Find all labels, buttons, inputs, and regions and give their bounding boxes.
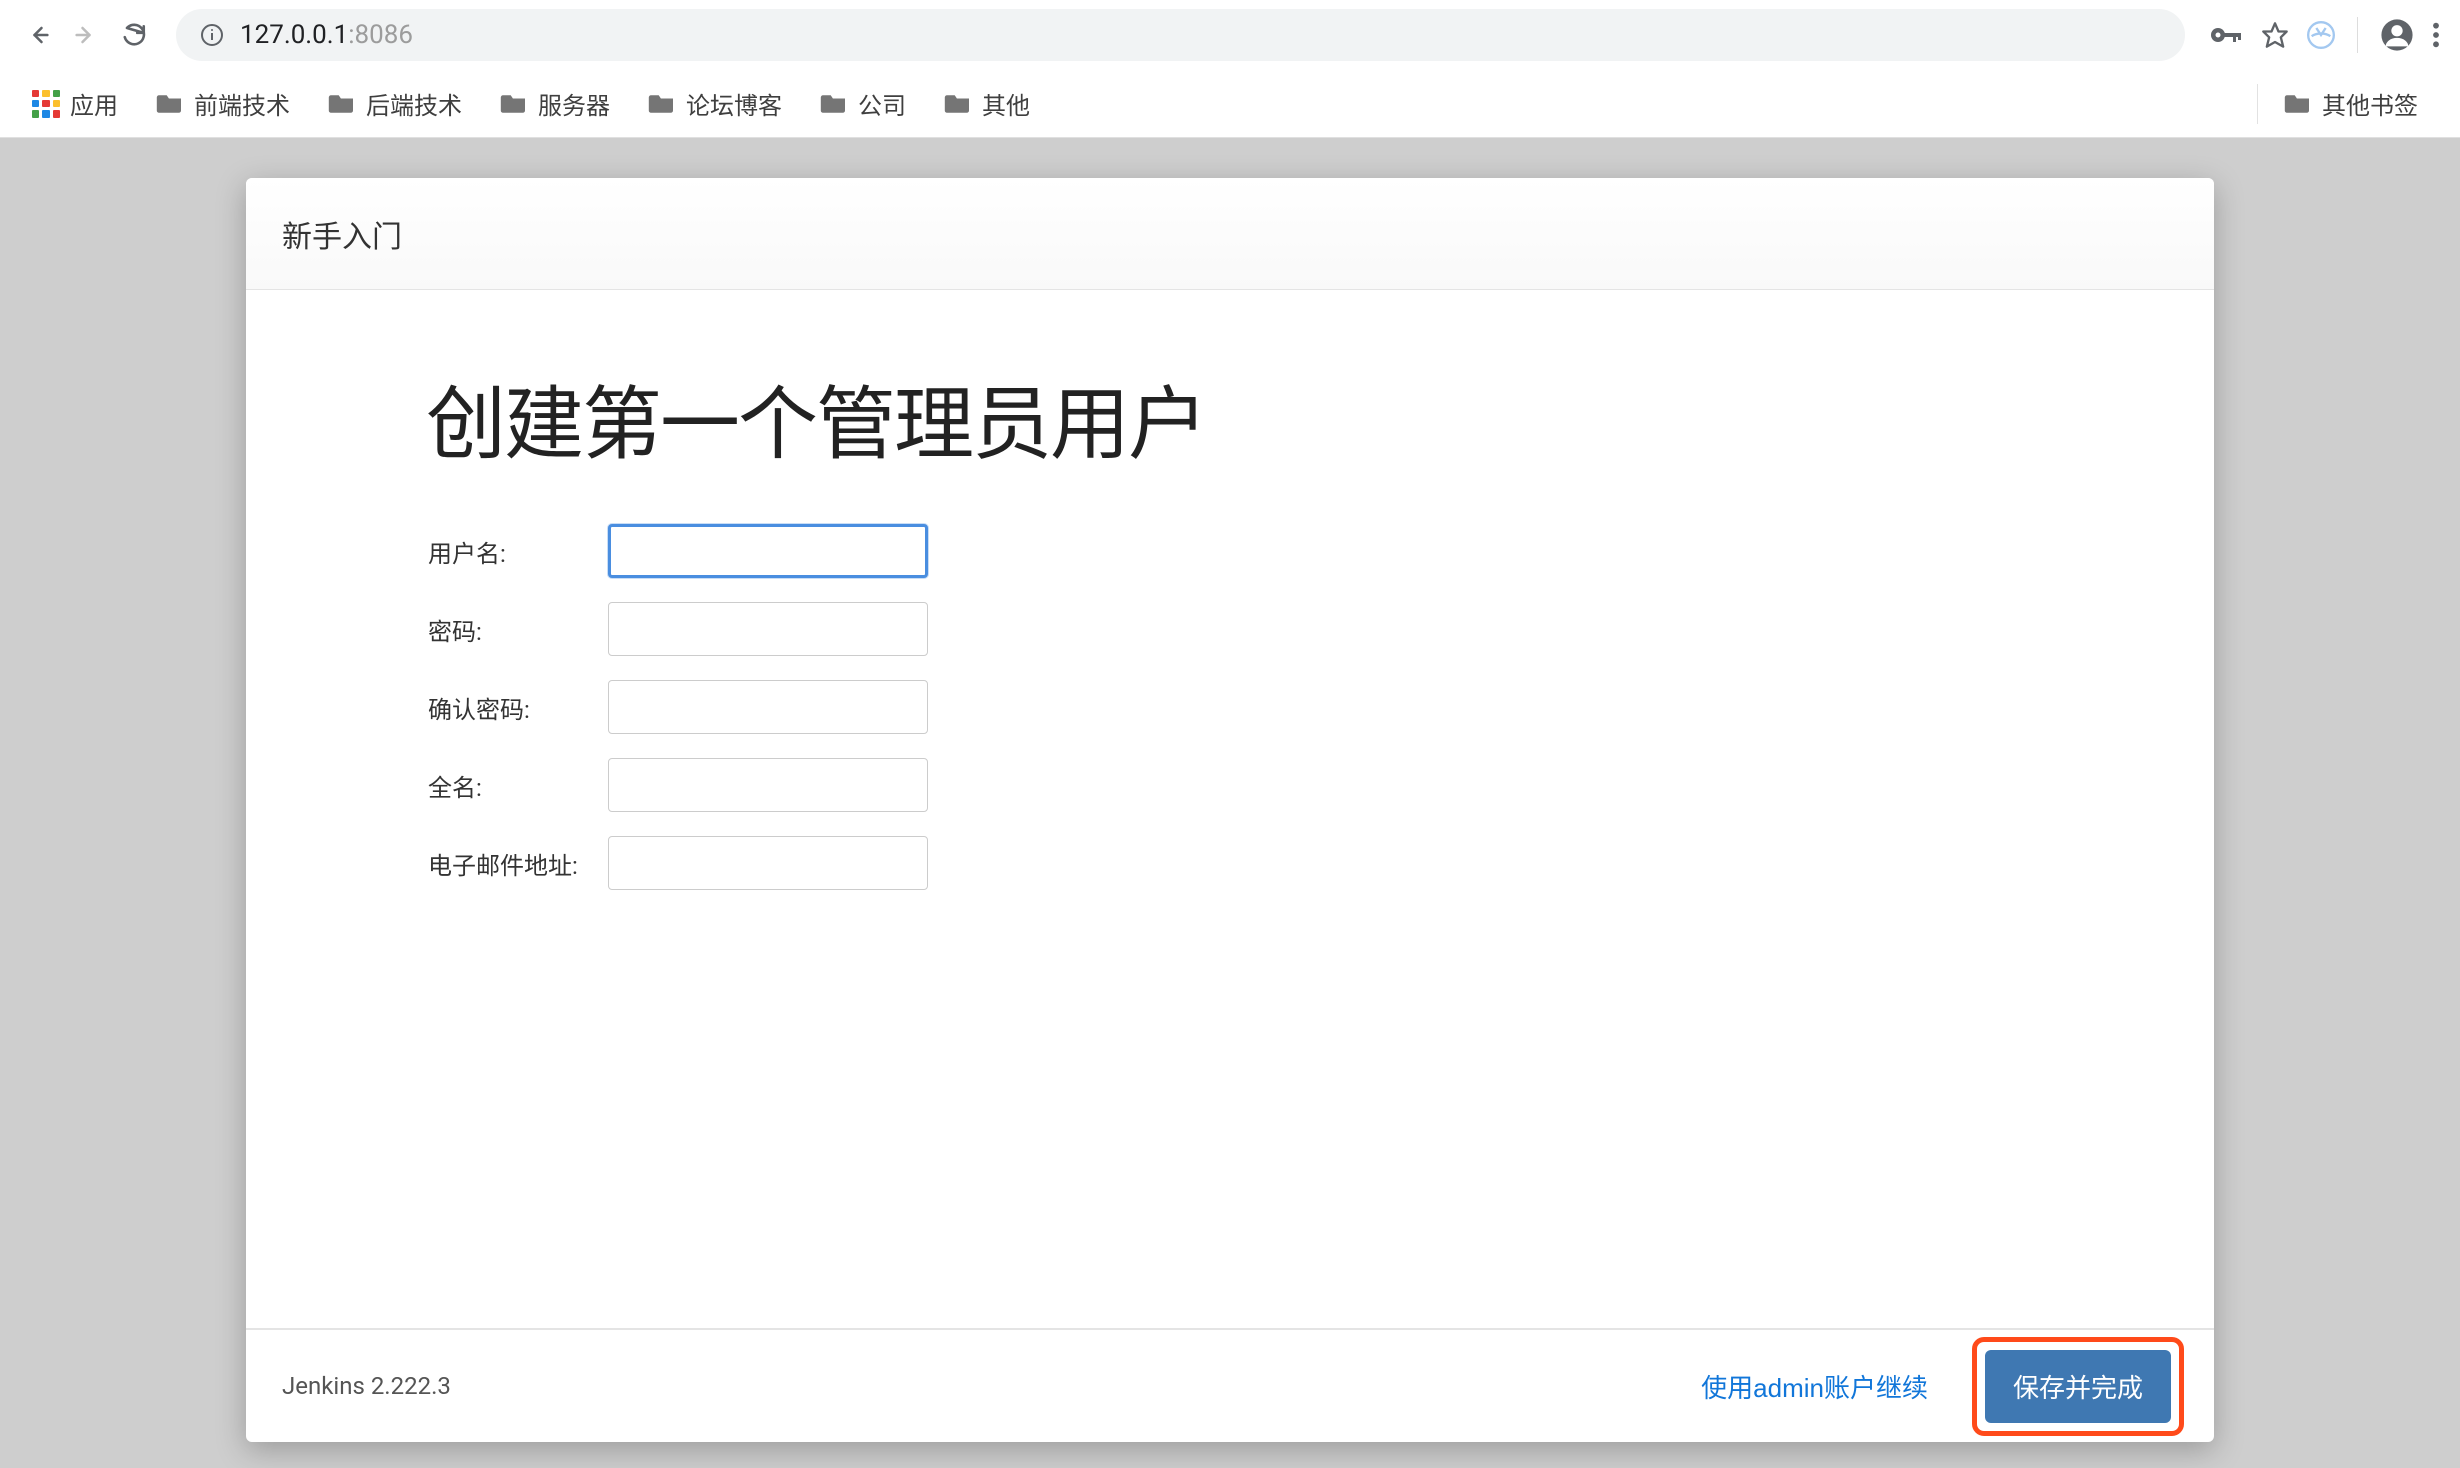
highlight-annotation: 保存并完成 [1972,1337,2184,1436]
form-row-email: 电子邮件地址: [428,836,2034,890]
key-icon[interactable] [2209,25,2243,45]
folder-icon [648,93,676,115]
folder-icon [820,93,848,115]
page-title: 创建第一个管理员用户 [426,360,2034,476]
address-bar[interactable]: 127.0.0.1:8086 [176,9,2185,61]
bookmark-folder-server[interactable]: 服务器 [486,80,624,127]
fullname-label: 全名: [428,768,608,803]
form-row-username: 用户名: [428,524,2034,578]
toolbar-right [2209,17,2440,53]
modal-footer: Jenkins 2.222.3 使用admin账户继续 保存并完成 [246,1328,2214,1442]
bookmark-label: 公司 [858,86,906,121]
bookmark-label: 其他 [982,86,1030,121]
apps-grid-icon [32,90,60,118]
form-row-confirm-password: 确认密码: [428,680,2034,734]
confirm-password-label: 确认密码: [428,690,608,725]
folder-icon [156,93,184,115]
bookmarks-bar: 应用 前端技术 后端技术 服务器 论坛博客 公司 其他 其他书签 [0,70,2460,138]
separator [2257,84,2258,124]
back-button[interactable] [20,17,56,53]
password-input[interactable] [608,602,928,656]
other-bookmarks-label: 其他书签 [2322,86,2418,121]
confirm-password-input[interactable] [608,680,928,734]
url-text: 127.0.0.1:8086 [240,20,413,50]
bookmark-label: 后端技术 [366,86,462,121]
continue-as-admin-button[interactable]: 使用admin账户继续 [1677,1352,1952,1421]
password-label: 密码: [428,612,608,647]
bookmark-label: 论坛博客 [686,86,782,121]
apps-label: 应用 [70,86,118,121]
menu-icon[interactable] [2432,21,2440,49]
bookmark-folder-company[interactable]: 公司 [806,80,920,127]
profile-icon[interactable] [2380,18,2414,52]
email-input[interactable] [608,836,928,890]
form-row-fullname: 全名: [428,758,2034,812]
folder-icon [500,93,528,115]
bookmark-label: 前端技术 [194,86,290,121]
setup-wizard-modal: 新手入门 创建第一个管理员用户 用户名: 密码: 确认密码: 全名: [246,178,2214,1442]
page-background: 新手入门 创建第一个管理员用户 用户名: 密码: 确认密码: 全名: [0,138,2460,1468]
reload-button[interactable] [116,17,152,53]
modal-header: 新手入门 [246,178,2214,290]
bookmark-folder-other[interactable]: 其他 [930,80,1044,127]
forward-button[interactable] [68,17,104,53]
username-label: 用户名: [428,534,608,569]
extension-icon[interactable] [2307,21,2335,49]
form-row-password: 密码: [428,602,2034,656]
apps-shortcut[interactable]: 应用 [18,80,132,127]
folder-icon [944,93,972,115]
save-and-finish-button[interactable]: 保存并完成 [1985,1350,2171,1423]
modal-body: 创建第一个管理员用户 用户名: 密码: 确认密码: 全名: [246,290,2214,1328]
fullname-input[interactable] [608,758,928,812]
browser-toolbar: 127.0.0.1:8086 [0,0,2460,70]
other-bookmarks[interactable]: 其他书签 [2284,80,2432,127]
separator [2357,17,2358,53]
site-info-icon[interactable] [200,23,224,47]
jenkins-version: Jenkins 2.222.3 [282,1372,451,1400]
email-label: 电子邮件地址: [428,846,608,881]
folder-icon [328,93,356,115]
admin-user-form: 用户名: 密码: 确认密码: 全名: 电子邮件地址: [428,524,2034,890]
bookmark-folder-backend[interactable]: 后端技术 [314,80,476,127]
modal-header-title: 新手入门 [282,212,402,256]
bookmark-star-icon[interactable] [2261,21,2289,49]
username-input[interactable] [608,524,928,578]
bookmark-folder-frontend[interactable]: 前端技术 [142,80,304,127]
bookmark-folder-forum[interactable]: 论坛博客 [634,80,796,127]
bookmark-label: 服务器 [538,86,610,121]
folder-icon [2284,93,2312,115]
